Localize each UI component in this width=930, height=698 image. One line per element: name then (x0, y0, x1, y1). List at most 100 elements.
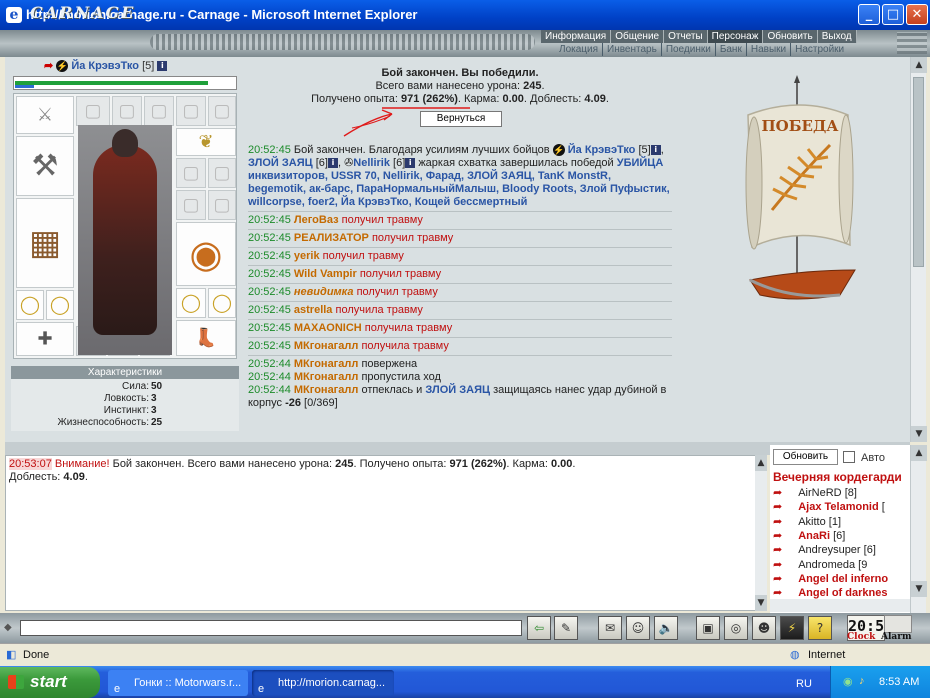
smiley-icon[interactable]: ☺ (626, 616, 650, 640)
return-button[interactable]: Вернуться (420, 111, 502, 127)
eraser-icon[interactable]: ✎ (554, 616, 578, 640)
player-name[interactable]: МКгонагалл (294, 384, 358, 396)
scroll-up-icon[interactable]: ▲ (755, 455, 767, 471)
chat-input[interactable] (20, 620, 522, 636)
player-name[interactable]: РЕАЛИЗАТОР (294, 232, 369, 244)
language-indicator[interactable]: RU (796, 678, 812, 690)
refresh-button[interactable]: Обновить (773, 449, 838, 465)
ring-slot-1[interactable]: ◯ (16, 290, 44, 320)
alarm-label[interactable]: Alarm (881, 632, 912, 642)
player-name[interactable]: MAXAONICH (294, 322, 362, 334)
attack-arrow-icon[interactable]: ➦ (773, 530, 782, 542)
player-name[interactable]: ЗЛОЙ ЗАЯЦ (425, 384, 490, 396)
taskbar-item-carnage[interactable]: e http://morion.carnag... (252, 670, 394, 696)
online-scrollbar[interactable]: ▲ ▼ (910, 445, 927, 613)
submenu-skills[interactable]: Навыки (745, 43, 790, 56)
attack-arrow-icon[interactable]: ➦ (773, 516, 782, 528)
player-name[interactable]: МКгонагалл (294, 340, 358, 352)
user-name[interactable]: Ajax Telamonid (798, 501, 878, 513)
empty-slot-8[interactable]: ▢ (176, 190, 206, 220)
close-button[interactable]: ✕ (906, 4, 928, 25)
empty-slot-7[interactable]: ▢ (208, 158, 236, 188)
network-icon[interactable]: ◉ (843, 675, 853, 688)
player-name[interactable]: yerik (294, 250, 320, 262)
attack-arrow-icon[interactable]: ➦ (773, 544, 782, 556)
player-name[interactable]: Йа КрэвэТко (568, 144, 636, 156)
player-name[interactable]: astrella (294, 304, 333, 316)
online-user[interactable]: ➦ Andromeda [9 (773, 558, 867, 572)
helmet-slot[interactable]: ⚔ (16, 96, 74, 134)
ring-slot-3[interactable]: ◯ (176, 288, 206, 318)
player-name[interactable]: ЗЛОЙ ЗАЯЦ (248, 157, 313, 169)
attack-arrow-icon[interactable]: ➦ (44, 60, 53, 72)
ring-slot-4[interactable]: ◯ (208, 288, 236, 318)
shield-slot[interactable]: ◉ (176, 222, 236, 286)
maximize-button[interactable]: □ (882, 4, 904, 25)
lightning-icon[interactable]: ⚡ (780, 616, 804, 640)
main-scrollbar[interactable]: ▲ ▼ (910, 57, 927, 442)
chat-scrollbar[interactable]: ▲ ▼ (755, 455, 767, 611)
coins-icon[interactable]: ◎ (724, 616, 748, 640)
taskbar-item-motorwars[interactable]: e Гонки :: Motorwars.r... (108, 670, 248, 696)
user-name[interactable]: Andreysuper (798, 544, 860, 556)
online-user[interactable]: ➦ Ajax Telamonid [ (773, 500, 885, 514)
empty-slot-3[interactable]: ▢ (144, 96, 174, 126)
online-user[interactable]: ➦ Andreysuper [6] (773, 543, 876, 557)
help-icon[interactable]: ? (808, 616, 832, 640)
scroll-thumb[interactable] (913, 77, 924, 267)
boots-slot[interactable]: 👢 (176, 320, 236, 356)
chest-icon[interactable]: ▣ (696, 616, 720, 640)
menu-character[interactable]: Персонаж (707, 30, 764, 43)
online-user[interactable]: ➦ AirNeRD [8] (773, 486, 857, 500)
sound-icon[interactable]: 🔈 (654, 616, 678, 640)
empty-slot-4[interactable]: ▢ (176, 96, 206, 126)
menu-refresh[interactable]: Обновить (763, 30, 818, 43)
menu-info[interactable]: Информация (541, 30, 612, 43)
online-user[interactable]: ➦ Angel of darknes (773, 586, 887, 600)
menu-communication[interactable]: Общение (611, 30, 665, 43)
online-user[interactable]: ➦ AnaRi [6] (773, 529, 845, 543)
scroll-up-icon[interactable]: ▲ (911, 57, 927, 73)
online-hscrollbar[interactable] (770, 599, 910, 612)
player-info-icon[interactable]: i (650, 145, 661, 156)
ring-slot-2[interactable]: ◯ (46, 290, 74, 320)
player-info-icon[interactable]: i (327, 158, 338, 169)
player-name[interactable]: ЛегоВаз (294, 214, 339, 226)
character-info-icon[interactable]: i (157, 61, 168, 72)
attack-arrow-icon[interactable]: ➦ (773, 501, 782, 513)
player-info-icon[interactable]: i (405, 158, 416, 169)
submenu-location[interactable]: Локация (555, 43, 602, 56)
submenu-inventory[interactable]: Инвентарь (602, 43, 661, 56)
scroll-down-icon[interactable]: ▼ (911, 581, 927, 597)
attack-arrow-icon[interactable]: ➦ (773, 559, 782, 571)
scroll-down-icon[interactable]: ▼ (911, 426, 927, 442)
clock-label[interactable]: Clock (847, 632, 875, 642)
empty-slot-2[interactable]: ▢ (112, 96, 142, 126)
user-name[interactable]: Angel of darknes (798, 587, 887, 599)
user-name[interactable]: Andromeda (798, 559, 855, 571)
scroll-up-icon[interactable]: ▲ (911, 445, 927, 461)
auto-refresh-checkbox[interactable] (843, 451, 855, 463)
menu-exit[interactable]: Выход (817, 30, 857, 43)
belt-slot[interactable]: ✚ (16, 322, 74, 356)
mail-icon[interactable]: ✉ (598, 616, 622, 640)
user-name[interactable]: AirNeRD (798, 487, 841, 499)
empty-slot-1[interactable]: ▢ (76, 96, 110, 126)
empty-slot-6[interactable]: ▢ (176, 158, 206, 188)
attack-arrow-icon[interactable]: ➦ (773, 487, 782, 499)
start-button[interactable]: start (0, 667, 100, 698)
users-icon[interactable]: ☻ (752, 616, 776, 640)
attack-arrow-icon[interactable]: ➦ (773, 573, 782, 585)
empty-slot-9[interactable]: ▢ (208, 190, 236, 220)
necklace-slot[interactable]: ❦ (176, 128, 236, 156)
armor-slot[interactable]: ▦ (16, 198, 74, 288)
volume-icon[interactable]: ♪ (859, 675, 865, 687)
alarm-box[interactable] (884, 615, 912, 633)
user-name[interactable]: AnaRi (798, 530, 830, 542)
scroll-down-icon[interactable]: ▼ (755, 595, 767, 611)
submenu-bank[interactable]: Банк (714, 43, 746, 56)
carnage-logo[interactable]: CARNAGE (10, 2, 150, 24)
online-user[interactable]: ➦ Akitto [1] (773, 515, 841, 529)
online-user[interactable]: ➦ Angel del inferno (773, 572, 888, 586)
player-name[interactable]: МКгонагалл (294, 371, 358, 383)
